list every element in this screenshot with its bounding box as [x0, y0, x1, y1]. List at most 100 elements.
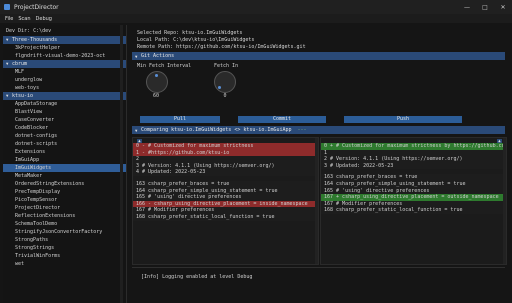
repo-list-label: 3kProjectHelper [15, 45, 61, 51]
diff-line: 163 csharp_prefer_braces = true [133, 180, 318, 188]
app-icon [4, 4, 10, 10]
push-button[interactable]: Push [344, 116, 462, 123]
repo-list-item[interactable]: AppDataStorage [3, 100, 126, 108]
repo-list-item[interactable]: underglow [3, 76, 126, 84]
menu-debug[interactable]: Debug [36, 16, 52, 22]
repo-list-label: StringifyJsonConvertorFactory [15, 229, 103, 235]
repo-list-item[interactable]: Extensions [3, 148, 126, 156]
repo-list-item[interactable]: ReflectionExtensions [3, 212, 126, 220]
repo-list-item[interactable]: MLF [3, 68, 126, 76]
log-line: [Info] Logging enabled at level Debug [141, 274, 253, 280]
commit-button[interactable]: Commit [238, 116, 326, 123]
diff-line: 4 # Updated: 2022-05-23 [133, 169, 318, 176]
git-actions-header[interactable]: ▼ Git Actions [132, 52, 505, 60]
compare-status: --- [297, 127, 307, 133]
maximize-button[interactable]: □ [476, 0, 494, 14]
org-group-header[interactable]: ▼ Three-Thousands [3, 36, 126, 44]
diff-line: 0 + # Customized for maximum strictness … [321, 143, 506, 150]
repo-list-item[interactable]: web-toys [3, 84, 126, 92]
repo-list-item[interactable]: TrivialWinForms [3, 252, 126, 260]
repo-list-label: ImGuiWidgets [15, 165, 52, 171]
diff-line: 3 # Updated: 2022-05-23 [321, 162, 506, 170]
diff-right-lines: 0 + # Customized for maximum strictness … [321, 143, 506, 214]
repo-list-label: MetaMaker [15, 173, 43, 179]
repo-list-item[interactable]: ImGuiApp [3, 156, 126, 164]
diff-line: 0 - # Customized for maximum strictness [133, 143, 318, 150]
compare-label: Comparing ktsu-io.ImGuiWidgets <> ktsu-i… [141, 127, 292, 133]
hunk-up-arrow-icon[interactable]: ▲ [137, 139, 142, 143]
repo-list-item[interactable]: ProjectDirector [3, 204, 126, 212]
fetch-in-knob[interactable] [214, 71, 236, 93]
repo-info: Selected Repo: ktsu-io.ImGuiWidgets Loca… [137, 30, 306, 51]
repo-list-label: dotnet-scripts [15, 141, 58, 147]
diff-line: 1 [321, 149, 506, 157]
repo-list-label: MLF [15, 69, 25, 75]
repo-list-item[interactable]: SchemaToolDemo [3, 220, 126, 228]
repo-list-item[interactable]: OrderedStringExtensions [3, 180, 126, 188]
log-panel: [Info] Logging enabled at level Debug [132, 267, 505, 301]
diff-line: 168 csharp_prefer_static_local_function … [133, 213, 318, 221]
diff-line: 168 csharp_prefer_static_local_function … [321, 207, 506, 214]
repo-list-item[interactable]: ImGuiWidgets [3, 164, 126, 172]
repo-list-item[interactable]: wet [3, 260, 126, 268]
diff-line: 2 [133, 156, 318, 163]
repo-list-item[interactable]: dotnet-configs [3, 132, 126, 140]
repo-list-item[interactable]: flgndrift-visual-demo-2023-oct [3, 52, 126, 60]
local-path-label: Local Path: C:\dev\ktsu-io\ImGuiWidgets [137, 37, 255, 43]
knob-indicator-icon [155, 74, 158, 77]
menu-bar: File Scan Debug [0, 14, 512, 23]
repo-list-item[interactable]: BlastView [3, 108, 126, 116]
min-fetch-knob[interactable] [146, 71, 168, 93]
knob-indicator-icon [218, 86, 221, 89]
repo-list-label: ProjectDirector [15, 205, 61, 211]
repo-list-label: cbrum [12, 61, 28, 67]
repo-list-label: CaseConverter [15, 117, 55, 123]
repo-list-item[interactable]: StrongPaths [3, 236, 126, 244]
menu-file[interactable]: File [5, 16, 13, 22]
repo-list-item[interactable]: PrecTempDisplay [3, 188, 126, 196]
repo-list-label: BlastView [15, 109, 43, 115]
repo-list-scrollbar[interactable] [120, 25, 123, 303]
repo-list-label: PicoTempSensor [15, 197, 58, 203]
repo-list-item[interactable]: CaseConverter [3, 116, 126, 124]
repo-list-label: Extensions [15, 149, 46, 155]
minimize-button[interactable]: — [458, 0, 476, 14]
repo-list-item[interactable]: PicoTempSensor [3, 196, 126, 204]
repo-list-item[interactable]: CodeBlocker [3, 124, 126, 132]
repo-list-label: wet [15, 261, 25, 267]
org-group-header[interactable]: ▼ ktsu-io [3, 92, 126, 100]
repo-list-item[interactable]: 3kProjectHelper [3, 44, 126, 52]
repo-list-label: web-toys [15, 85, 40, 91]
repo-list-item[interactable]: StrongStrings [3, 244, 126, 252]
repo-list-label: dotnet-configs [15, 133, 58, 139]
diff-line: 167 # Modifier preferences [321, 200, 506, 208]
diff-right-scrollbar[interactable] [503, 138, 506, 264]
repo-list-item[interactable]: StringifyJsonConvertorFactory [3, 228, 126, 236]
diff-left-scrollbar[interactable] [315, 138, 318, 264]
remote-path-label: Remote Path: https://github.com/ktsu-io/… [137, 44, 306, 50]
panel-splitter[interactable] [126, 25, 127, 303]
repo-list-label: PrecTempDisplay [15, 189, 61, 195]
compare-header[interactable]: ▼ Comparing ktsu-io.ImGuiWidgets <> ktsu… [132, 126, 505, 134]
repo-list-item[interactable]: dotnet-scripts [3, 140, 126, 148]
hunk-up-arrow-icon[interactable]: ▲ [497, 139, 502, 143]
repo-list-item[interactable]: MetaMaker [3, 172, 126, 180]
diff-line: 165 # 'using' directive preferences [133, 194, 318, 201]
repo-list-label: StrongPaths [15, 237, 49, 243]
pull-button[interactable]: Pull [140, 116, 220, 123]
repo-list: ▼ Three-Thousands 3kProjectHelper flgndrift… [3, 36, 126, 268]
org-group-header[interactable]: ▼ cbrum [3, 60, 126, 68]
repo-list-label: AppDataStorage [15, 101, 58, 107]
menu-scan[interactable]: Scan [18, 16, 30, 22]
diff-line: 3 # Version: 4.1.1 (Using https://semver… [133, 162, 318, 170]
repo-list-label: ReflectionExtensions [15, 213, 76, 219]
repo-list-label: OrderedStringExtensions [15, 181, 85, 187]
git-actions-label: Git Actions [141, 53, 175, 59]
diff-line: 2 # Version: 4.1.1 (Using https://semver… [321, 156, 506, 163]
diff-line: 167 # Modifier preferences [133, 207, 318, 214]
close-button[interactable]: ✕ [494, 0, 512, 14]
diff-line: 166 - csharp_using_directive_placement =… [133, 200, 318, 208]
fetch-in-label: Fetch In [214, 63, 239, 69]
window-title: ProjectDirector [14, 3, 59, 11]
repo-tree-panel: Dev Dir: C:\dev ▼ Three-Thousands 3kProjec… [3, 25, 126, 303]
